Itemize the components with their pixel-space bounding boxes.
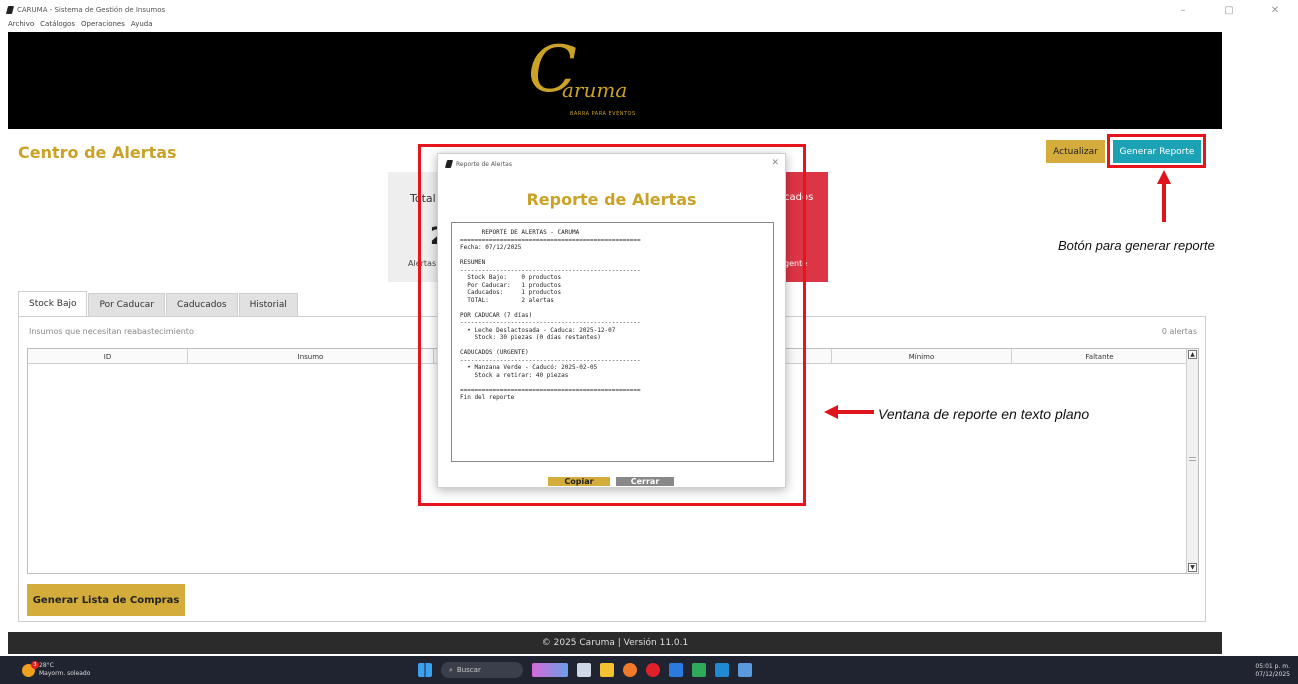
- windows-taskbar: 3 28°C Mayorm. soleado ⌕ Buscar 05:01 p.…: [0, 656, 1298, 684]
- tab-caducados[interactable]: Caducados: [166, 293, 238, 317]
- arrow-up-annotation-icon: [1157, 170, 1171, 222]
- temperature: 28°C: [39, 662, 54, 669]
- app-footer: © 2025 Caruma | Versión 11.0.1: [8, 632, 1222, 654]
- column-faltante[interactable]: Faltante: [1012, 349, 1188, 364]
- weather-text: Mayorm. soleado: [39, 670, 91, 677]
- close-icon[interactable]: ✕: [1252, 0, 1298, 20]
- window-title: CARUMA - Sistema de Gestión de Insumos: [5, 6, 166, 14]
- vscode-icon[interactable]: [715, 663, 729, 677]
- widgets-icon[interactable]: [532, 663, 568, 677]
- header-banner: C aruma BARRA PARA EVENTOS: [8, 32, 1222, 129]
- title-bar: CARUMA - Sistema de Gestión de Insumos –…: [0, 0, 1298, 20]
- tab-historial[interactable]: Historial: [238, 293, 298, 317]
- column-insumo[interactable]: Insumo: [188, 349, 434, 364]
- weather-widget[interactable]: 3 28°C Mayorm. soleado: [22, 660, 91, 678]
- excel-icon[interactable]: [692, 663, 706, 677]
- report-button-highlight: [1107, 134, 1206, 168]
- menu-catalogos[interactable]: Catálogos: [40, 20, 75, 32]
- firefox-icon[interactable]: [623, 663, 637, 677]
- scroll-down-icon[interactable]: ▼: [1188, 563, 1197, 572]
- report-window-annotation: Ventana de reporte en texto plano: [878, 406, 1090, 422]
- task-view-icon[interactable]: [577, 663, 591, 677]
- logo-word: aruma: [562, 78, 628, 102]
- menu-operaciones[interactable]: Operaciones: [81, 20, 125, 32]
- opera-icon[interactable]: [646, 663, 660, 677]
- menu-ayuda[interactable]: Ayuda: [131, 20, 153, 32]
- system-clock[interactable]: 05:01 p. m. 07/12/2025: [1255, 663, 1290, 679]
- table-scrollbar[interactable]: ▲ ▼: [1186, 349, 1198, 573]
- column-minimo[interactable]: Mínimo: [832, 349, 1012, 364]
- window-controls: – ▢ ✕: [1160, 0, 1298, 20]
- sun-icon: 3: [22, 660, 39, 677]
- search-icon: ⌕: [449, 665, 453, 674]
- report-window-highlight: [418, 144, 806, 506]
- page-title: Centro de Alertas: [18, 143, 177, 162]
- tab-por-caducar[interactable]: Por Caducar: [88, 293, 166, 317]
- minimize-icon[interactable]: –: [1160, 0, 1206, 20]
- notification-badge: 3: [31, 660, 39, 669]
- windows-start-icon[interactable]: [418, 663, 432, 677]
- clock-date: 07/12/2025: [1255, 671, 1290, 678]
- menu-bar: Archivo Catálogos Operaciones Ayuda: [0, 20, 1298, 32]
- scroll-up-icon[interactable]: ▲: [1188, 350, 1197, 359]
- search-placeholder: Buscar: [456, 666, 481, 674]
- column-id[interactable]: ID: [28, 349, 188, 364]
- clock-time: 05:01 p. m.: [1255, 663, 1290, 670]
- alert-tabs: Stock Bajo Por Caducar Caducados Histori…: [18, 291, 299, 317]
- caruma-logo: C aruma BARRA PARA EVENTOS: [528, 38, 678, 122]
- app-icon[interactable]: [738, 663, 752, 677]
- file-explorer-icon[interactable]: [600, 663, 614, 677]
- arrow-left-annotation-icon: [824, 405, 874, 419]
- tab-stock-bajo[interactable]: Stock Bajo: [18, 291, 88, 317]
- taskbar-apps: ⌕ Buscar: [418, 660, 752, 680]
- panel-caption: Insumos que necesitan reabastecimiento: [29, 327, 194, 336]
- maximize-icon[interactable]: ▢: [1206, 0, 1252, 20]
- generate-shopping-list-button[interactable]: Generar Lista de Compras: [27, 584, 185, 616]
- report-button-annotation: Botón para generar reporte: [1058, 238, 1215, 253]
- window-title-text: CARUMA - Sistema de Gestión de Insumos: [17, 6, 166, 14]
- menu-archivo[interactable]: Archivo: [8, 20, 34, 32]
- taskbar-search[interactable]: ⌕ Buscar: [441, 662, 523, 678]
- store-icon[interactable]: [669, 663, 683, 677]
- refresh-button[interactable]: Actualizar: [1046, 140, 1105, 163]
- app-window: CARUMA - Sistema de Gestión de Insumos –…: [0, 0, 1298, 684]
- alert-count: 0 alertas: [1161, 327, 1197, 336]
- scroll-grip-icon[interactable]: [1189, 457, 1196, 461]
- logo-tagline: BARRA PARA EVENTOS: [570, 111, 636, 117]
- app-feather-icon: [5, 6, 15, 14]
